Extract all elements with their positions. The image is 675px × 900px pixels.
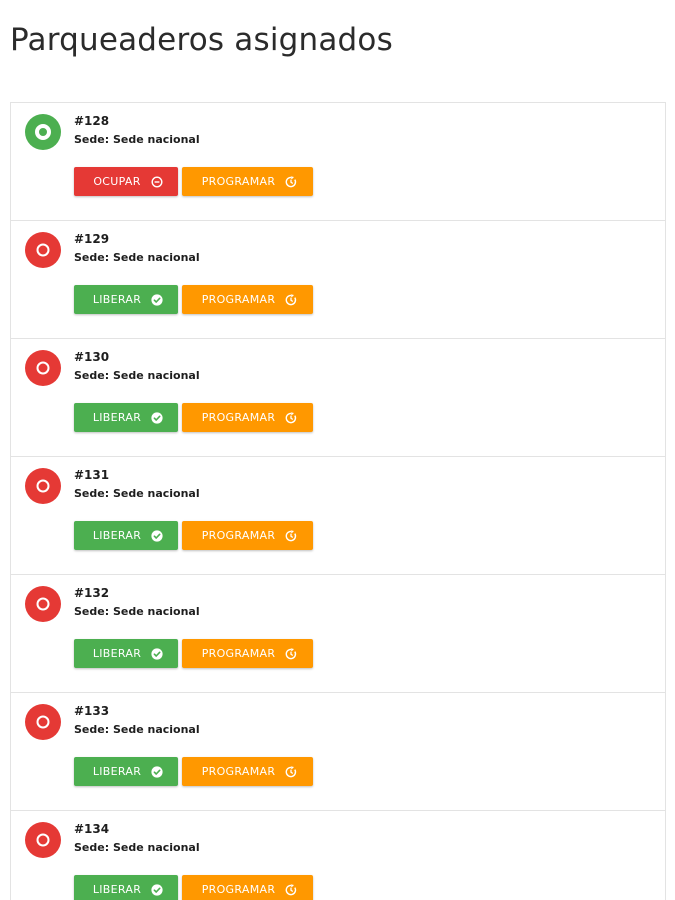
- schedule-button[interactable]: PROGRAMAR: [182, 167, 313, 196]
- release-button-label: LIBERAR: [92, 411, 142, 424]
- spot-actions: OCUPAR PROGRAMAR: [74, 167, 313, 196]
- schedule-button-label: PROGRAMAR: [201, 647, 276, 660]
- page-title: Parqueaderos asignados: [10, 22, 393, 58]
- spot-number: #130: [74, 350, 110, 364]
- radio-empty-icon: [25, 350, 61, 386]
- release-button-label: LIBERAR: [92, 529, 142, 542]
- clock-history-icon: [285, 647, 297, 660]
- spot-site: Sede: Sede nacional: [74, 723, 200, 736]
- schedule-button[interactable]: PROGRAMAR: [182, 521, 313, 550]
- release-button-label: LIBERAR: [92, 647, 142, 660]
- parking-spot-card: #129 Sede: Sede nacional LIBERAR PROGRAM…: [10, 221, 666, 339]
- spot-actions: LIBERAR PROGRAMAR: [74, 757, 313, 786]
- spot-site: Sede: Sede nacional: [74, 605, 200, 618]
- spot-number: #132: [74, 586, 110, 600]
- spot-actions: LIBERAR PROGRAMAR: [74, 521, 313, 550]
- spot-number: #131: [74, 468, 110, 482]
- check-circle-icon: [151, 883, 163, 896]
- check-circle-icon: [151, 765, 163, 778]
- spot-number: #128: [74, 114, 110, 128]
- status-ring: [35, 124, 51, 140]
- release-button[interactable]: LIBERAR: [74, 521, 178, 550]
- spot-actions: LIBERAR PROGRAMAR: [74, 875, 313, 900]
- release-button[interactable]: LIBERAR: [74, 403, 178, 432]
- clock-history-icon: [285, 765, 297, 778]
- spot-site: Sede: Sede nacional: [74, 251, 200, 264]
- parking-spot-list: #128 Sede: Sede nacional OCUPAR PROGRAMA…: [10, 102, 666, 900]
- release-button[interactable]: LIBERAR: [74, 285, 178, 314]
- occupy-button-label: OCUPAR: [93, 175, 141, 188]
- parking-spot-card: #132 Sede: Sede nacional LIBERAR PROGRAM…: [10, 575, 666, 693]
- schedule-button-label: PROGRAMAR: [201, 765, 276, 778]
- occupy-button[interactable]: OCUPAR: [74, 167, 178, 196]
- status-ring: [36, 479, 50, 493]
- schedule-button[interactable]: PROGRAMAR: [182, 757, 313, 786]
- status-ring: [36, 243, 50, 257]
- clock-history-icon: [285, 175, 297, 188]
- check-circle-icon: [151, 411, 163, 424]
- radio-empty-icon: [25, 704, 61, 740]
- parking-spot-card: #131 Sede: Sede nacional LIBERAR PROGRAM…: [10, 457, 666, 575]
- minus-circle-icon: [151, 175, 163, 188]
- schedule-button[interactable]: PROGRAMAR: [182, 403, 313, 432]
- radio-filled-icon: [25, 114, 61, 150]
- spot-site: Sede: Sede nacional: [74, 487, 200, 500]
- schedule-button-label: PROGRAMAR: [201, 883, 276, 896]
- schedule-button[interactable]: PROGRAMAR: [182, 639, 313, 668]
- check-circle-icon: [151, 647, 163, 660]
- page: Parqueaderos asignados #128 Sede: Sede n…: [0, 0, 675, 900]
- parking-spot-card: #134 Sede: Sede nacional LIBERAR PROGRAM…: [10, 811, 666, 900]
- schedule-button-label: PROGRAMAR: [201, 293, 276, 306]
- schedule-button[interactable]: PROGRAMAR: [182, 875, 313, 900]
- status-ring: [36, 597, 50, 611]
- check-circle-icon: [151, 293, 163, 306]
- release-button-label: LIBERAR: [92, 293, 142, 306]
- status-ring: [36, 715, 50, 729]
- spot-site: Sede: Sede nacional: [74, 369, 200, 382]
- check-circle-icon: [151, 529, 163, 542]
- release-button[interactable]: LIBERAR: [74, 757, 178, 786]
- spot-actions: LIBERAR PROGRAMAR: [74, 639, 313, 668]
- spot-number: #129: [74, 232, 110, 246]
- status-ring: [36, 833, 50, 847]
- spot-site: Sede: Sede nacional: [74, 841, 200, 854]
- spot-actions: LIBERAR PROGRAMAR: [74, 403, 313, 432]
- clock-history-icon: [285, 883, 297, 896]
- schedule-button[interactable]: PROGRAMAR: [182, 285, 313, 314]
- clock-history-icon: [285, 411, 297, 424]
- schedule-button-label: PROGRAMAR: [201, 411, 276, 424]
- parking-spot-card: #130 Sede: Sede nacional LIBERAR PROGRAM…: [10, 339, 666, 457]
- radio-empty-icon: [25, 822, 61, 858]
- radio-empty-icon: [25, 468, 61, 504]
- release-button-label: LIBERAR: [92, 765, 142, 778]
- release-button[interactable]: LIBERAR: [74, 875, 178, 900]
- radio-empty-icon: [25, 586, 61, 622]
- spot-number: #134: [74, 822, 110, 836]
- release-button[interactable]: LIBERAR: [74, 639, 178, 668]
- spot-actions: LIBERAR PROGRAMAR: [74, 285, 313, 314]
- radio-empty-icon: [25, 232, 61, 268]
- status-ring: [36, 361, 50, 375]
- schedule-button-label: PROGRAMAR: [201, 175, 276, 188]
- parking-spot-card: #133 Sede: Sede nacional LIBERAR PROGRAM…: [10, 693, 666, 811]
- clock-history-icon: [285, 293, 297, 306]
- spot-number: #133: [74, 704, 110, 718]
- parking-spot-card: #128 Sede: Sede nacional OCUPAR PROGRAMA…: [10, 103, 666, 221]
- spot-site: Sede: Sede nacional: [74, 133, 200, 146]
- release-button-label: LIBERAR: [92, 883, 142, 896]
- clock-history-icon: [285, 529, 297, 542]
- schedule-button-label: PROGRAMAR: [201, 529, 276, 542]
